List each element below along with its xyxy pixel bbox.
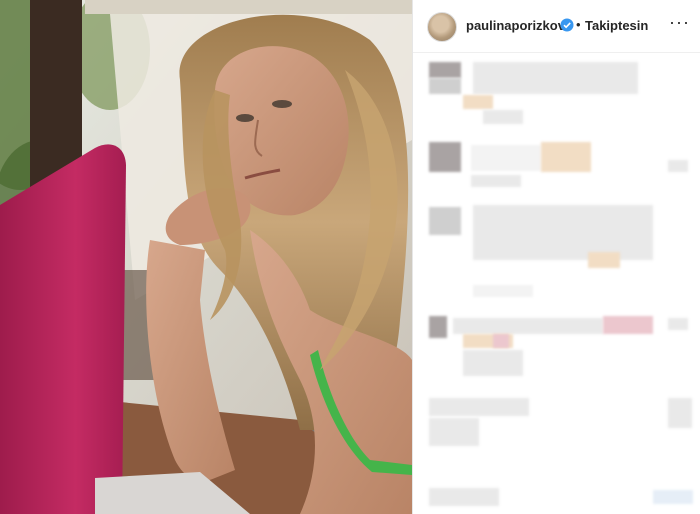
separator-dot: • xyxy=(576,17,581,32)
verified-badge-icon xyxy=(560,18,574,32)
avatar[interactable] xyxy=(427,12,457,42)
following-button[interactable]: Takiptesin xyxy=(585,18,648,33)
post-photo[interactable] xyxy=(0,0,412,514)
more-options-icon[interactable]: ··· xyxy=(669,12,690,33)
photo-illustration xyxy=(0,0,412,514)
post-side-panel: paulinaporizkov • Takiptesin ··· xyxy=(413,0,700,514)
post-header: paulinaporizkov • Takiptesin ··· xyxy=(413,0,700,53)
username-link[interactable]: paulinaporizkov xyxy=(466,18,565,33)
